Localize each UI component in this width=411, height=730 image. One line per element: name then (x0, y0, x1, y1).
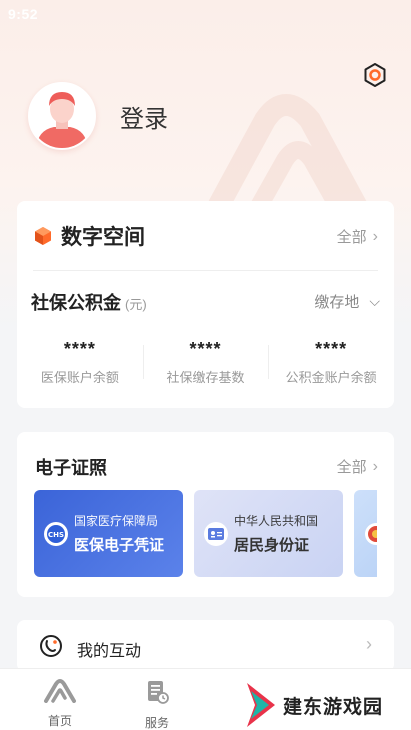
medical-insurance-balance[interactable]: **** 医保账户余额 (17, 339, 143, 386)
stat-label: 社保缴存基数 (166, 370, 245, 385)
emblem-icon (365, 522, 377, 545)
cube-icon (35, 227, 51, 245)
id-card-icon (204, 521, 228, 546)
settings-button[interactable] (360, 60, 390, 90)
medical-insurance-certificate[interactable]: CHS 国家医疗保障局 医保电子凭证 (34, 490, 183, 577)
login-link[interactable]: 登录 (120, 99, 168, 134)
e-certificates-card: 电子证照 全部 › CHS 国家医疗保障局 医保电子凭证 中华人民共和国 居民身… (17, 432, 394, 597)
stat-label: 医保账户余额 (40, 370, 119, 385)
divider (33, 270, 378, 271)
user-avatar-icon (30, 84, 94, 148)
all-label: 全部 (336, 459, 367, 476)
my-interactions-label: 我的互动 (77, 643, 142, 660)
e-certificates-title: 电子证照 (35, 458, 107, 478)
chevron-right-icon: › (372, 457, 378, 475)
stat-value: **** (63, 339, 96, 359)
social-security-header: 社保公积金 (元) (31, 289, 147, 315)
tab-label: 首页 (47, 714, 72, 728)
certificate-name: 医保电子凭证 (74, 537, 165, 554)
watermark-text: 建东游戏园 (283, 696, 384, 718)
all-label: 全部 (336, 229, 367, 246)
home-logo-icon (44, 679, 76, 703)
e-certificates-all-link[interactable]: 全部 › (337, 456, 378, 477)
certificate-issuer: 中华人民共和国 (234, 514, 319, 528)
digital-space-card: 数字空间 全部 › 社保公积金 (元) 缴存地 ⌵ **** 医保账户余额 **… (17, 201, 394, 408)
status-bar-time: 9:52 (8, 6, 39, 22)
stat-value: **** (315, 339, 348, 359)
partial-certificate[interactable] (354, 490, 377, 577)
digital-space-all-link[interactable]: 全部 › (337, 226, 378, 247)
watermark: 建东游戏园 (245, 683, 383, 727)
digital-space-header: 数字空间 (33, 221, 145, 251)
gear-icon (364, 63, 386, 87)
chevron-right-icon: › (366, 634, 372, 654)
my-interactions-row[interactable]: 我的互动 › (17, 620, 394, 672)
avatar[interactable] (28, 82, 96, 150)
service-doc-icon (148, 681, 169, 704)
certificate-carousel[interactable]: CHS 国家医疗保障局 医保电子凭证 中华人民共和国 居民身份证 (34, 490, 377, 577)
profile-section: 登录 (28, 82, 168, 150)
id-card-certificate[interactable]: 中华人民共和国 居民身份证 (194, 490, 343, 577)
digital-space-title: 数字空间 (61, 226, 145, 249)
currency-unit: (元) (125, 297, 147, 312)
balance-stats: **** 医保账户余额 **** 社保缴存基数 **** 公积金账户余额 (17, 339, 394, 386)
tab-label: 服务 (144, 716, 169, 730)
location-dropdown[interactable]: 缴存地 ⌵ (314, 291, 380, 312)
tab-service[interactable]: 服务 (127, 679, 187, 730)
chs-logo-icon: CHS (44, 521, 68, 546)
location-label: 缴存地 (314, 294, 360, 311)
chat-phone-icon (40, 635, 62, 657)
chevron-down-icon: ⌵ (369, 293, 380, 309)
certificate-name: 居民身份证 (234, 537, 310, 554)
stat-value: **** (189, 339, 222, 359)
tab-home[interactable]: 首页 (30, 679, 90, 729)
housing-fund-balance[interactable]: **** 公积金账户余额 (268, 339, 394, 386)
social-security-base[interactable]: **** 社保缴存基数 (142, 339, 269, 386)
certificate-issuer: 国家医疗保障局 (74, 514, 159, 528)
social-security-title: 社保公积金 (31, 293, 121, 313)
svg-text:CHS: CHS (48, 531, 64, 539)
watermark-logo-icon (247, 683, 275, 727)
stat-label: 公积金账户余额 (285, 370, 377, 385)
chevron-right-icon: › (372, 227, 378, 245)
